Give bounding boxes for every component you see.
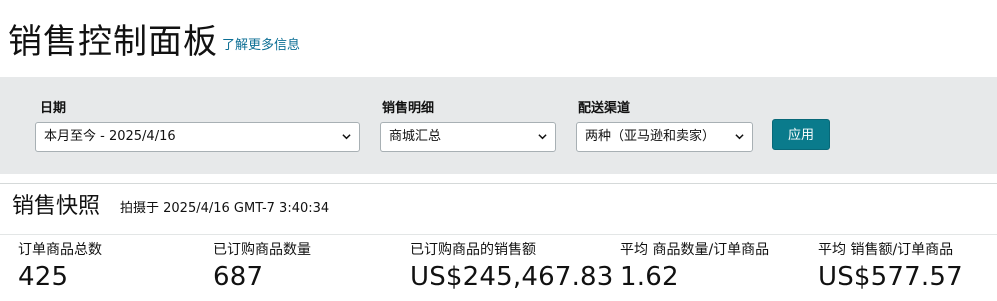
metric-value: 1.62 (620, 262, 679, 292)
chevron-down-icon (735, 134, 744, 140)
snapshot-title: 销售快照 (12, 194, 101, 219)
metric-label: 已订购商品数量 (213, 242, 311, 258)
apply-button[interactable]: 应用 (772, 119, 830, 150)
snapshot-timestamp: 拍摄于 2025/4/16 GMT-7 3:40:34 (120, 201, 330, 216)
metric-value: 425 (18, 262, 69, 292)
sales-snapshot-card: 销售快照 拍摄于 2025/4/16 GMT-7 3:40:34 订单商品总数 … (0, 183, 997, 301)
divider (0, 234, 997, 235)
fulfillment-filter: 配送渠道 (578, 99, 630, 119)
metric-avg-units-per-order-item: 平均 商品数量/订单商品 1.62 (620, 240, 769, 294)
sales-breakdown-select[interactable]: 商城汇总 (380, 122, 556, 152)
metric-total-order-items: 订单商品总数 425 (18, 240, 102, 294)
chevron-down-icon (538, 134, 547, 140)
page-header: 销售控制面板 了解更多信息 (0, 0, 997, 77)
date-filter: 日期 (40, 99, 66, 119)
date-filter-label: 日期 (40, 101, 67, 116)
metric-value: US$577.57 (818, 262, 963, 292)
learn-more-link[interactable]: 了解更多信息 (222, 34, 300, 53)
metric-label: 已订购商品的销售额 (410, 242, 536, 258)
metric-value: US$245,467.83 (410, 262, 614, 292)
fulfillment-label: 配送渠道 (578, 101, 631, 116)
date-select-value: 本月至今 - 2025/4/16 (44, 129, 176, 144)
sales-breakdown-filter: 销售明细 (382, 99, 434, 119)
metric-avg-sales-per-order-item: 平均 销售额/订单商品 US$577.57 (818, 240, 963, 294)
fulfillment-select[interactable]: 两种（亚马逊和卖家） (576, 122, 753, 152)
sales-breakdown-label: 销售明细 (382, 101, 435, 116)
metric-ordered-product-sales: 已订购商品的销售额 US$245,467.83 (410, 240, 614, 294)
metric-label: 平均 销售额/订单商品 (818, 242, 954, 258)
page-title: 销售控制面板 (8, 22, 218, 62)
filter-bar: 日期 本月至今 - 2025/4/16 销售明细 商城汇总 配送渠道 两种（亚马… (0, 77, 997, 174)
metric-units-ordered: 已订购商品数量 687 (213, 240, 311, 294)
metric-label: 订单商品总数 (18, 242, 102, 258)
metric-value: 687 (213, 262, 264, 292)
chevron-down-icon (342, 134, 351, 140)
date-select[interactable]: 本月至今 - 2025/4/16 (35, 122, 360, 152)
metric-label: 平均 商品数量/订单商品 (620, 242, 770, 258)
fulfillment-value: 两种（亚马逊和卖家） (585, 129, 716, 144)
sales-breakdown-value: 商城汇总 (389, 129, 442, 144)
